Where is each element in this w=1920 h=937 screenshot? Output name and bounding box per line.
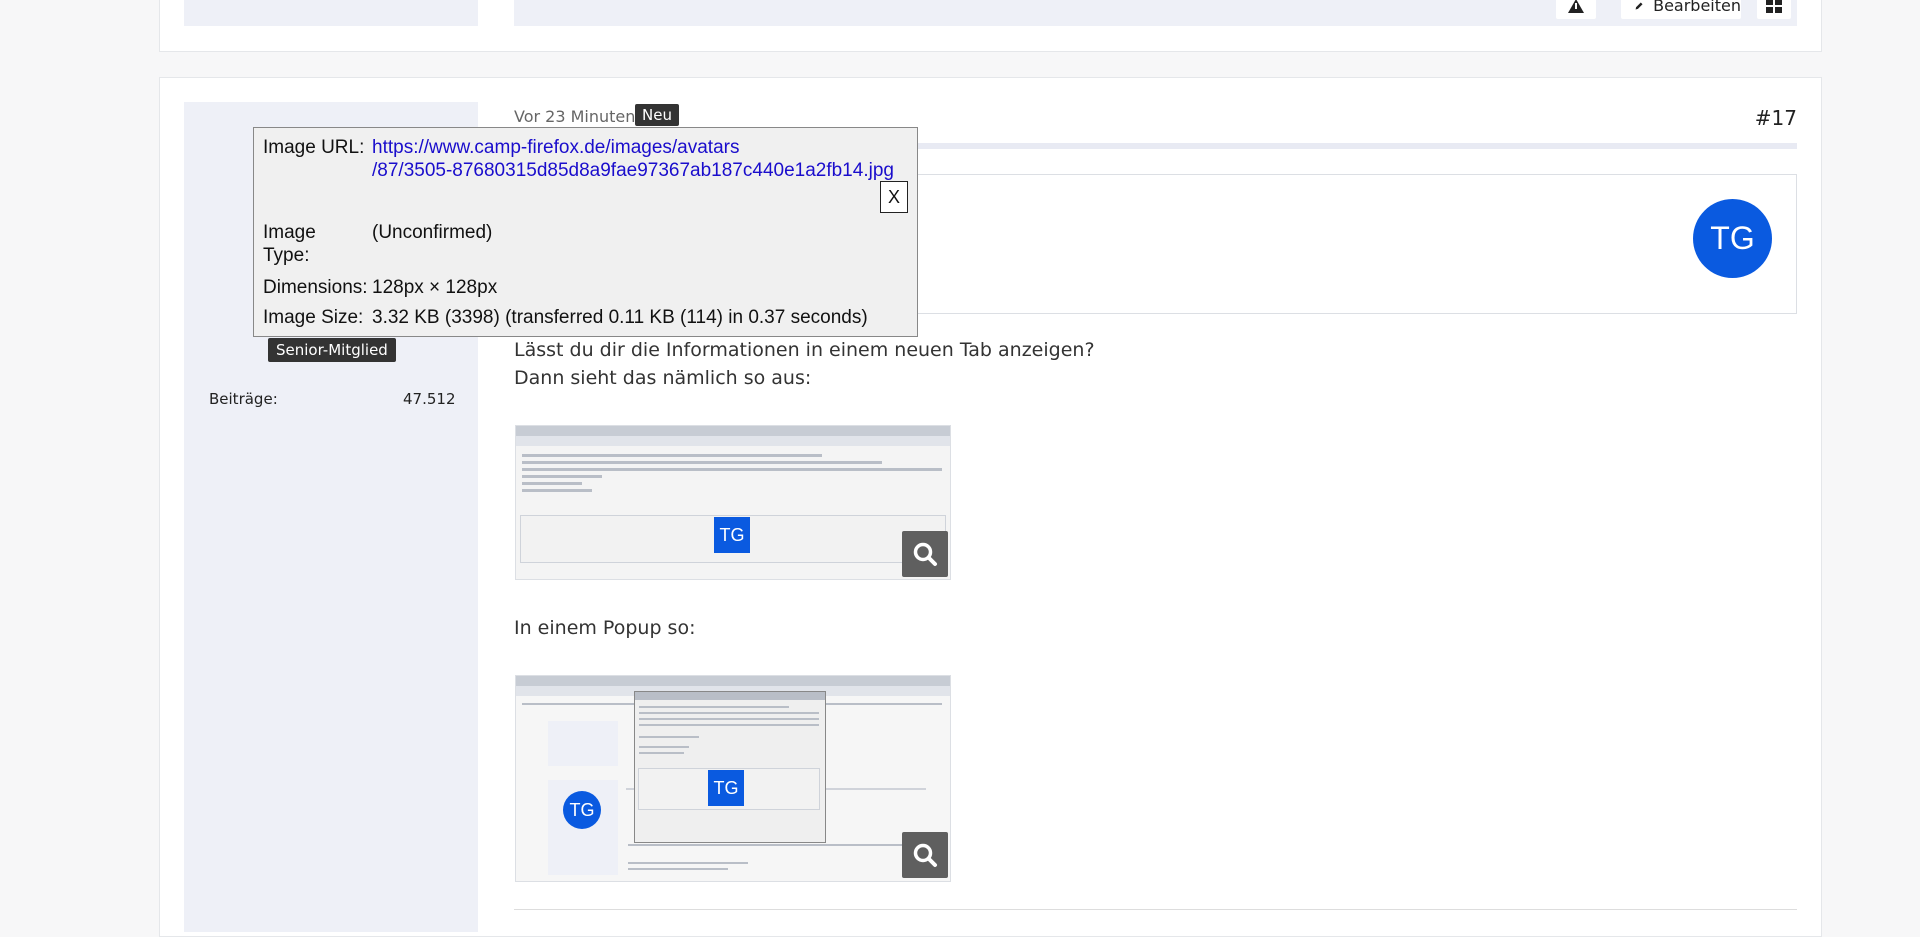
- thumb2-text-line: [628, 862, 748, 864]
- thumb1-text-line: [522, 468, 942, 471]
- posts-label-text: Beiträge: [209, 390, 273, 408]
- more-options-button[interactable]: [1757, 0, 1791, 19]
- grid-icon: [1766, 0, 1782, 13]
- thumb2-popup-line: [639, 706, 789, 708]
- thumb1-text-line: [522, 454, 822, 457]
- search-icon: [913, 542, 937, 566]
- image-size-value: 3.32 KB (3398) (transferred 0.11 KB (114…: [372, 307, 868, 328]
- thumb2-popup-line: [639, 752, 684, 754]
- post-paragraph-1-line-1: Lässt du dir die Informationen in einem …: [514, 339, 1095, 361]
- thumb2-popup-window: TG: [634, 691, 826, 843]
- thumb2-popup-line: [639, 718, 819, 720]
- thumb1-zoom-button[interactable]: [902, 531, 948, 577]
- thumb1-toolbar: [516, 436, 950, 446]
- thumb2-sidebar-block: [548, 721, 618, 766]
- thumb1-text-line: [522, 489, 592, 492]
- thumb2-text-line: [628, 868, 728, 870]
- post-timestamp[interactable]: Vor 23 Minuten: [514, 107, 635, 126]
- thumb2-tg-square: TG: [708, 770, 744, 806]
- image-info-popup: Image URL: https://www.camp-firefox.de/i…: [253, 127, 918, 337]
- image-type-label-line-2: Type:: [263, 245, 310, 266]
- thumb1-text-line: [522, 482, 582, 485]
- image-type-label: Image Type:: [263, 221, 373, 267]
- post-paragraph-2: In einem Popup so:: [514, 617, 696, 639]
- popup-close-button[interactable]: X: [880, 181, 908, 213]
- dimensions-value: 128px × 128px: [372, 277, 498, 298]
- thumb2-tg-avatar: TG: [563, 791, 601, 829]
- thumb2-popup-line: [639, 724, 819, 726]
- image-type-value: (Unconfirmed): [372, 222, 493, 243]
- thumb2-text-line: [628, 844, 928, 846]
- screenshot-thumbnail-2[interactable]: TG TG: [515, 675, 951, 882]
- report-button[interactable]: [1556, 0, 1596, 19]
- post-footer-divider: [514, 909, 1797, 910]
- search-icon: [913, 843, 937, 867]
- thumb2-popup-line: [639, 736, 699, 738]
- author-posts-count: 47.512: [403, 390, 456, 408]
- thumb2-tabbar: [516, 676, 950, 686]
- image-url-value: https://www.camp-firefox.de/images/avata…: [372, 136, 894, 182]
- new-badge: Neu: [635, 104, 679, 126]
- thumb2-popup-titlebar: [635, 692, 825, 700]
- image-url-label: Image URL:: [263, 137, 365, 158]
- image-size-label: Image Size:: [263, 307, 364, 328]
- screenshot-thumbnail-1[interactable]: TG: [515, 425, 951, 580]
- pencil-icon: [1635, 2, 1643, 9]
- thumb1-text-line: [522, 461, 882, 464]
- thumb1-tabbar: [516, 426, 950, 436]
- author-rank-badge: Senior-Mitglied: [268, 338, 396, 362]
- post-number[interactable]: #17: [1755, 106, 1797, 130]
- thumb1-tg-square: TG: [714, 517, 750, 553]
- thumb2-popup-line: [639, 746, 689, 748]
- image-url-line-2: /87/3505-87680315d85d8a9fae97367ab187c44…: [372, 160, 894, 181]
- image-url-line-1: https://www.camp-firefox.de/images/avata…: [372, 137, 740, 158]
- posts-label-colon: :: [272, 390, 278, 408]
- thumb2-popup-line: [639, 712, 819, 714]
- previous-post-footer: [514, 0, 1797, 26]
- dimensions-label: Dimensions:: [263, 277, 368, 298]
- post-paragraph-1-line-2: Dann sieht das nämlich so aus:: [514, 367, 812, 389]
- quoted-avatar[interactable]: TG: [1693, 199, 1772, 278]
- edit-button[interactable]: Bearbeiten: [1621, 0, 1741, 19]
- post-paragraph-1: Lässt du dir die Informationen in einem …: [514, 336, 1095, 392]
- image-type-label-line-1: Image: [263, 222, 316, 243]
- thumb2-zoom-button[interactable]: [902, 832, 948, 878]
- image-url-link[interactable]: https://www.camp-firefox.de/images/avata…: [372, 137, 894, 181]
- previous-post-sidebar: [184, 0, 478, 26]
- warning-icon: [1568, 0, 1584, 13]
- author-posts-label: Beiträge:: [209, 390, 278, 408]
- edit-button-label: Bearbeiten: [1653, 0, 1741, 15]
- thumb1-text-line: [522, 475, 602, 478]
